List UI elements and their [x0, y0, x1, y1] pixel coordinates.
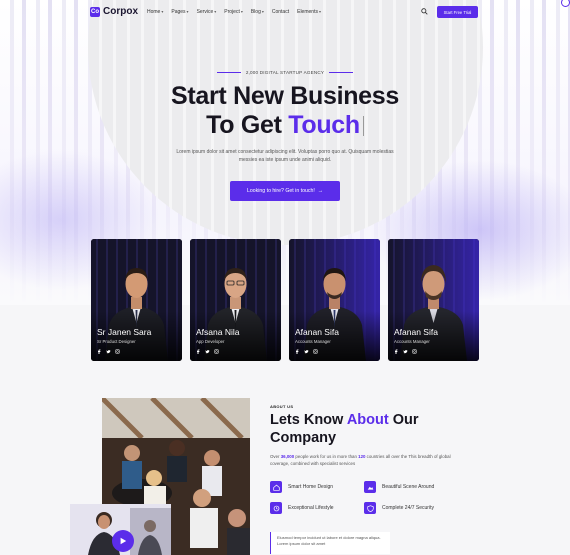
twitter-icon[interactable]: [106, 349, 111, 354]
feature-item: Exceptional Lifestyle: [270, 502, 334, 514]
instagram-icon[interactable]: [115, 349, 120, 354]
chevron-down-icon: ▾: [161, 9, 164, 14]
arrow-right-icon: →: [317, 188, 323, 194]
logo-mark-icon: Co: [90, 6, 100, 17]
team-card[interactable]: Afsana Nila App Developer: [190, 239, 281, 361]
feature-item: Beautiful Scene Around: [364, 481, 434, 493]
about-quote: Eiusmod tempor incidunt ut labore et dol…: [270, 532, 390, 554]
instagram-icon[interactable]: [214, 349, 219, 354]
hero-subtitle: Lorem ipsum dolor sit amet consectetur a…: [176, 149, 394, 163]
feature-item: Complete 24/7 Security: [364, 502, 434, 514]
hero-title-line2: To Get Touch: [0, 111, 570, 140]
twitter-icon[interactable]: [205, 349, 210, 354]
team-member-role: Accounts Manager: [295, 339, 331, 344]
about-tag: ABOUT US: [270, 404, 294, 409]
chevron-down-icon: ▾: [261, 9, 264, 14]
hero-tagline: 2,000 DIGITAL STARTUP AGENCY: [0, 70, 570, 75]
about-title-line2: Company: [270, 430, 337, 446]
facebook-icon[interactable]: [295, 349, 300, 354]
team-card[interactable]: Sr Janen Sara Sr Product Designer: [91, 239, 182, 361]
chevron-down-icon: ▾: [186, 9, 189, 14]
team-card[interactable]: Afanan Sifa Accounts Manager: [388, 239, 479, 361]
chevron-down-icon: ▾: [240, 9, 243, 14]
play-button[interactable]: [112, 530, 134, 552]
menu-item-elements[interactable]: Elements▾: [297, 9, 321, 15]
page: Co Corpox Home▾ Pages▾ Service▾ Project▾…: [0, 0, 570, 555]
team-member-role: Accounts Manager: [394, 339, 430, 344]
about-title-accent: About: [346, 412, 389, 428]
menu-item-contact[interactable]: Contact: [272, 9, 289, 15]
hire-cta-button[interactable]: Looking to hire? Get in touch! →: [230, 181, 340, 201]
main-menu: Home▾ Pages▾ Service▾ Project▾ Blog▾ Con…: [147, 9, 321, 15]
team-member-name: Afanan Sifa: [295, 327, 339, 337]
social-links: [196, 349, 219, 354]
about-paragraph: Over 36,000 people work for us in more t…: [270, 454, 451, 466]
scene-icon: [364, 481, 376, 493]
facebook-icon[interactable]: [97, 349, 102, 354]
team-member-name: Afanan Sifa: [394, 327, 438, 337]
start-free-trial-button[interactable]: Start Free Trial: [437, 6, 478, 18]
search-icon[interactable]: [421, 8, 428, 15]
hero-title-accent: Touch: [288, 111, 360, 139]
home-icon: [270, 481, 282, 493]
menu-item-blog[interactable]: Blog▾: [251, 9, 264, 15]
top-navigation: Co Corpox Home▾ Pages▾ Service▾ Project▾…: [0, 0, 570, 24]
typing-cursor: [362, 116, 364, 136]
instagram-icon[interactable]: [412, 349, 417, 354]
social-links: [295, 349, 318, 354]
about-title-line1: Lets Know About Our: [270, 412, 419, 428]
social-links: [97, 349, 120, 354]
team-card[interactable]: Afanan Sifa Accounts Manager: [289, 239, 380, 361]
social-links: [394, 349, 417, 354]
menu-item-service[interactable]: Service▾: [197, 9, 217, 15]
play-icon: [120, 537, 127, 545]
twitter-icon[interactable]: [403, 349, 408, 354]
chevron-down-icon: ▾: [318, 9, 321, 14]
team-member-role: Sr Product Designer: [97, 339, 136, 344]
menu-item-home[interactable]: Home▾: [147, 9, 163, 15]
instagram-icon[interactable]: [313, 349, 318, 354]
twitter-icon[interactable]: [304, 349, 309, 354]
team-member-name: Sr Janen Sara: [97, 327, 152, 337]
lifestyle-icon: [270, 502, 282, 514]
team-member-role: App Developer: [196, 339, 225, 344]
logo[interactable]: Co Corpox: [90, 6, 138, 17]
team-member-name: Afsana Nila: [196, 327, 240, 337]
menu-item-pages[interactable]: Pages▾: [171, 9, 188, 15]
logo-text: Corpox: [103, 6, 138, 17]
shield-icon: [364, 502, 376, 514]
feature-item: Smart Home Design: [270, 481, 333, 493]
menu-item-project[interactable]: Project▾: [224, 9, 243, 15]
hero-title-line1: Start New Business: [170, 82, 399, 110]
facebook-icon[interactable]: [196, 349, 201, 354]
chevron-down-icon: ▾: [214, 9, 217, 14]
facebook-icon[interactable]: [394, 349, 399, 354]
